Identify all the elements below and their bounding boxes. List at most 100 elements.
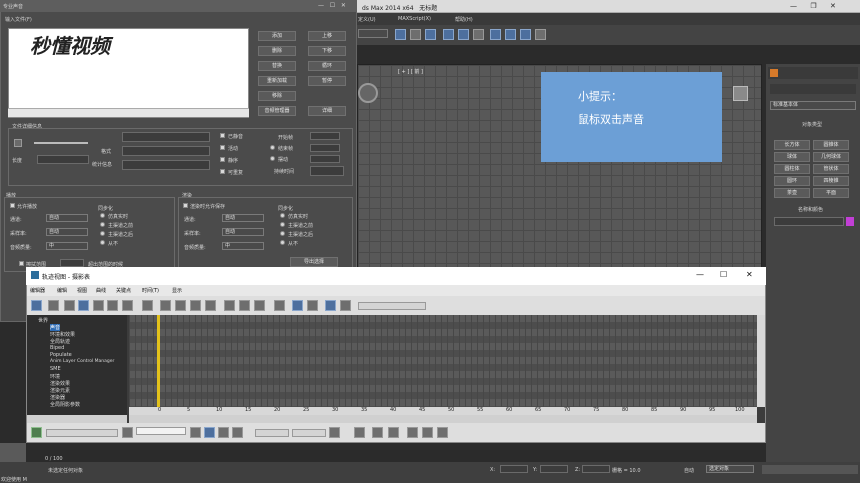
snap-frames-icon[interactable] — [292, 300, 303, 311]
nav-wheel[interactable] — [358, 83, 378, 103]
selection-set-dropdown[interactable]: 选定对象 — [706, 465, 754, 473]
dope-sheet-hscrollbar[interactable] — [129, 415, 757, 423]
toolbar-dropdown[interactable] — [358, 29, 388, 38]
zoom-region-2-icon[interactable] — [422, 427, 433, 438]
object-name-field[interactable] — [774, 217, 844, 226]
delete-time-icon[interactable] — [160, 300, 171, 311]
paste-icon[interactable] — [254, 300, 265, 311]
track-view-close[interactable]: ✕ — [746, 270, 753, 279]
play-icon[interactable] — [14, 139, 22, 147]
replace-button[interactable]: 替换 — [258, 61, 296, 71]
menu-customize[interactable]: 定义(U) — [358, 16, 376, 23]
format-value-field[interactable] — [122, 146, 210, 156]
viewport-label[interactable]: [ + ] [ 前 ] — [398, 68, 423, 75]
tree-item-populate[interactable]: Populate — [50, 352, 72, 358]
cmd-rollout-title[interactable]: 对象类型 — [802, 121, 822, 128]
left-time-slider[interactable] — [0, 443, 26, 462]
tree-item-render-effects[interactable]: 渲染效果 — [50, 380, 70, 387]
down-button[interactable]: 下移 — [308, 46, 346, 56]
pb-quality-dropdown[interactable]: 中 — [46, 242, 88, 250]
tv-toolbar-field[interactable] — [358, 302, 426, 310]
pb-samplerate-dropdown[interactable]: 自动 — [46, 228, 88, 236]
track-view-minimize[interactable]: — — [696, 270, 704, 279]
z-coord-field[interactable] — [582, 465, 610, 473]
cmd-subtab-row[interactable] — [770, 84, 856, 94]
dope-sheet-area[interactable] — [129, 315, 757, 407]
move-keys-icon[interactable] — [64, 300, 75, 311]
rd-sync-radio-2[interactable] — [280, 222, 285, 227]
muted-checkbox[interactable] — [220, 133, 225, 138]
zoom-icon[interactable] — [407, 427, 418, 438]
menu-help[interactable]: 帮助(H) — [455, 16, 473, 23]
select-by-name-field[interactable] — [46, 429, 118, 437]
tv-menu-edit[interactable]: 编辑 — [57, 287, 67, 294]
sound-dialog-controls[interactable]: — ☐ ✕ — [318, 2, 346, 9]
tree-item-sound[interactable]: 声音 — [50, 324, 61, 331]
pin-icon[interactable] — [205, 300, 216, 311]
track-view-maximize[interactable]: ☐ — [720, 270, 727, 279]
tree-item-render-elements[interactable]: 渲染元素 — [50, 387, 70, 394]
select-time-icon[interactable] — [142, 300, 153, 311]
playback-controls[interactable] — [762, 465, 858, 474]
rd-sync-radio-3[interactable] — [280, 231, 285, 236]
reverse-time-icon[interactable] — [175, 300, 186, 311]
modify-subtree-icon[interactable] — [325, 300, 336, 311]
audio-manager-button[interactable]: 音频管理器 — [258, 106, 296, 116]
frame-field[interactable] — [255, 429, 289, 437]
details-button[interactable]: 详细 — [308, 106, 346, 116]
object-color-swatch[interactable] — [846, 217, 854, 226]
layer-icon[interactable] — [443, 29, 454, 40]
zoom-horizontal-icon[interactable] — [372, 427, 383, 438]
pb-sync-radio-2[interactable] — [100, 222, 105, 227]
schematic-icon[interactable] — [473, 29, 484, 40]
render-setup-icon[interactable] — [505, 29, 516, 40]
select-by-name-icon[interactable] — [31, 427, 42, 438]
render-frame-icon[interactable] — [520, 29, 531, 40]
zoom-region-icon[interactable] — [232, 427, 243, 438]
lock-icon[interactable] — [274, 300, 285, 311]
curve-icon[interactable] — [329, 427, 340, 438]
mirror-icon[interactable] — [410, 29, 421, 40]
y-coord-field[interactable] — [540, 465, 568, 473]
format-field[interactable] — [122, 132, 210, 142]
rd-channel-dropdown[interactable]: 自动 — [222, 214, 264, 222]
view-cube[interactable] — [733, 86, 748, 101]
render-save-checkbox[interactable] — [183, 203, 188, 208]
cmd-create-tab-icon[interactable] — [770, 69, 778, 77]
tv-menu-time[interactable]: 时间(T) — [142, 287, 159, 294]
end-frame-radio[interactable] — [270, 145, 275, 150]
tree-item-env-effects[interactable]: 环境和效果 — [50, 331, 75, 338]
file-list-scrollbar[interactable] — [8, 108, 249, 117]
pan-icon[interactable] — [354, 427, 365, 438]
static-checkbox[interactable] — [220, 157, 225, 162]
zoom-extents-icon[interactable] — [204, 427, 215, 438]
filter-icon[interactable] — [31, 300, 42, 311]
reload-button[interactable]: 重新加载 — [258, 76, 296, 86]
value-field[interactable] — [292, 429, 326, 437]
copy-icon[interactable] — [239, 300, 250, 311]
snap-icon[interactable] — [395, 29, 406, 40]
cmd-btn-torus[interactable]: 圆环 — [774, 176, 810, 186]
export-selection-button[interactable]: 导出选择 — [290, 257, 338, 267]
tree-item-environment[interactable]: 环境 — [50, 373, 60, 380]
material-icon[interactable] — [490, 29, 501, 40]
auto-key-label[interactable]: 自动 — [684, 467, 694, 474]
scrub-checkbox[interactable] — [19, 261, 24, 266]
tv-menu-keys[interactable]: 关键点 — [116, 287, 131, 294]
duration-field[interactable] — [310, 166, 344, 176]
pb-sync-radio-1[interactable] — [100, 213, 105, 218]
start-frame-spinner[interactable] — [310, 132, 340, 140]
modify-child-icon[interactable] — [340, 300, 351, 311]
graph-icon[interactable] — [458, 29, 469, 40]
active-checkbox[interactable] — [220, 145, 225, 150]
cmd-btn-pyramid[interactable]: 四棱锥 — [813, 176, 849, 186]
align-icon[interactable] — [425, 29, 436, 40]
insert-time-icon[interactable] — [122, 300, 133, 311]
tree-item-sme[interactable]: SME — [50, 366, 61, 372]
pb-channel-dropdown[interactable]: 自动 — [46, 214, 88, 222]
cmd-btn-cylinder[interactable]: 圆柱体 — [774, 164, 810, 174]
up-button[interactable]: 上移 — [308, 31, 346, 41]
allow-playback-checkbox[interactable] — [10, 203, 15, 208]
length-field[interactable] — [37, 155, 89, 164]
key-value-field[interactable] — [136, 427, 186, 435]
